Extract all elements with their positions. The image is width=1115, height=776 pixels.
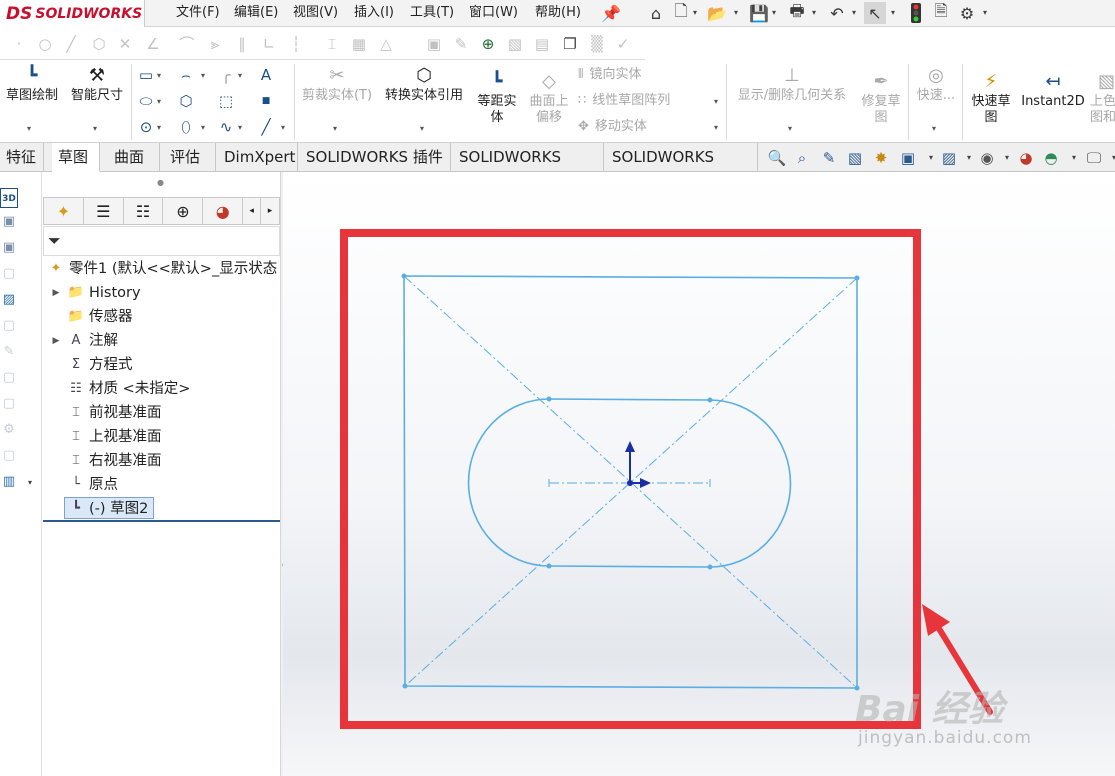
- sketch-origin[interactable]: [625, 441, 651, 488]
- sketch-canvas: [340, 229, 993, 729]
- watermark-logo: Bai 经验: [855, 689, 1004, 730]
- watermark-url: jingyan.baidu.com: [858, 728, 1032, 748]
